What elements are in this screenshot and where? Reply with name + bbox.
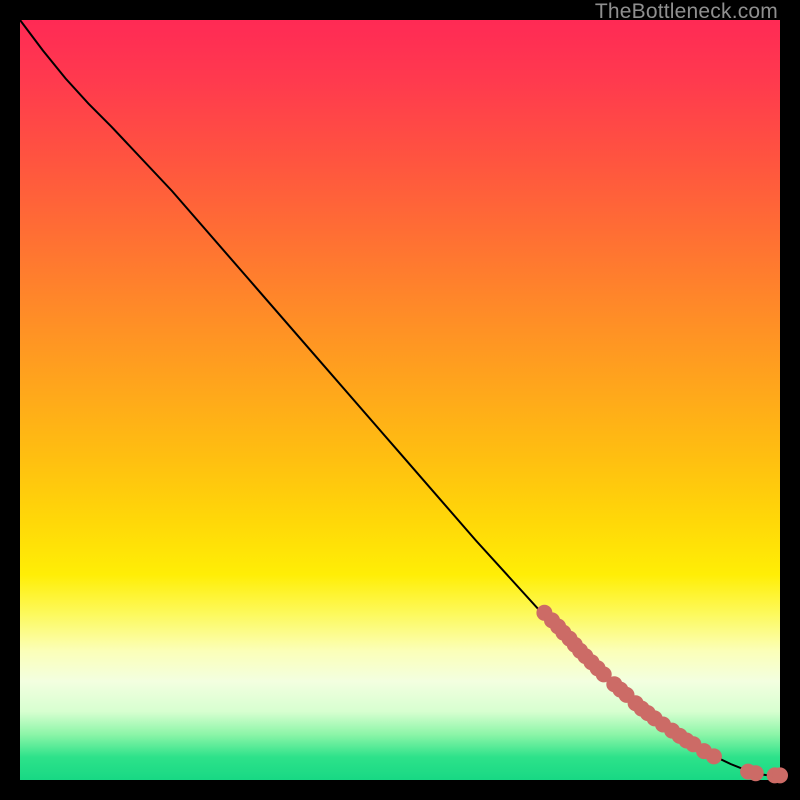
chart-overlay	[20, 20, 780, 780]
curve-path	[20, 20, 780, 775]
data-point	[772, 767, 788, 783]
stage: TheBottleneck.com	[0, 0, 800, 800]
data-point	[706, 748, 722, 764]
plot-area	[20, 20, 780, 780]
dots-group	[536, 605, 788, 784]
data-point	[748, 765, 764, 781]
